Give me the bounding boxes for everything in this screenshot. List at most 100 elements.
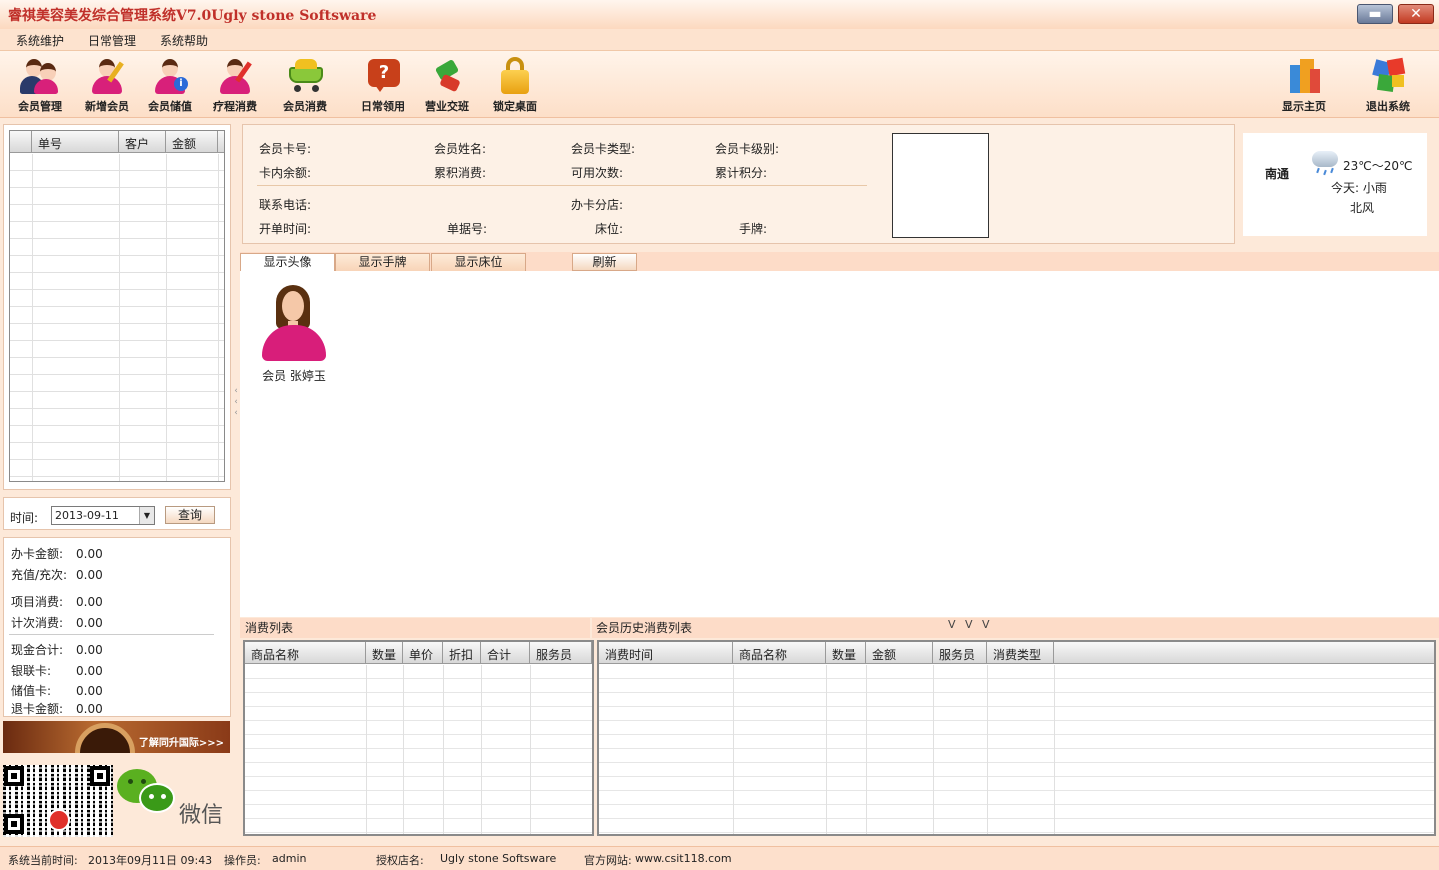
column-amount[interactable]: 金额: [866, 642, 933, 664]
add-member-icon: [87, 55, 127, 95]
column-total[interactable]: 合计: [481, 642, 530, 664]
toolbar-add-member-button[interactable]: 新增会员: [75, 55, 139, 115]
banner-text[interactable]: 了解同升国际>>>: [139, 734, 224, 749]
field-bed: 床位:: [595, 222, 624, 236]
promo-banner[interactable]: 了解同升国际>>>: [3, 721, 230, 753]
orders-grid[interactable]: 单号 客户 金额: [9, 130, 225, 482]
status-operator-value: admin: [272, 852, 307, 865]
stat-count-consume: 计次消费: 0.00: [11, 616, 103, 630]
menu-system-help[interactable]: 系统帮助: [160, 32, 208, 49]
column-quantity[interactable]: 数量: [366, 642, 403, 664]
member-avatar-card[interactable]: 会员 张婷玉: [258, 281, 330, 383]
toolbar-handover-button[interactable]: 营业交班: [415, 55, 479, 115]
minimize-button[interactable]: ▬: [1357, 4, 1393, 24]
qr-code: [3, 765, 113, 837]
toolbar-label: 日常领用: [361, 100, 405, 113]
time-query-panel: 时间: 2013-09-11 ▼ 查询: [3, 497, 231, 530]
column-amount[interactable]: 金额: [166, 131, 218, 153]
column-discount[interactable]: 折扣: [443, 642, 481, 664]
column-customer[interactable]: 客户: [119, 131, 166, 153]
tab-show-tag[interactable]: 显示手牌: [335, 253, 430, 271]
time-label: 时间:: [10, 511, 39, 525]
toolbar-member-deposit-button[interactable]: i 会员储值: [138, 55, 202, 115]
tab-show-bed[interactable]: 显示床位: [431, 253, 526, 271]
status-site-link[interactable]: www.csit118.com: [635, 852, 732, 865]
handover-arrow-icon: [427, 55, 467, 95]
window-title: 睿祺美容美发综合管理系统V7.0Ugly stone Softsware: [8, 8, 377, 24]
column-product-name[interactable]: 商品名称: [733, 642, 826, 664]
field-tag: 手牌:: [739, 222, 768, 236]
field-balance: 卡内余额:: [259, 166, 312, 180]
orders-grid-body: [10, 154, 224, 481]
logo-icon: [48, 809, 70, 831]
shopping-cart-icon: [285, 55, 325, 95]
rain-cloud-icon: [1312, 151, 1338, 167]
toolbar-label: 新增会员: [85, 100, 129, 113]
toolbar: 会员管理 新增会员 i 会员储值 疗程消费 会员消费 ? 日常领用 营业交班 锁…: [0, 51, 1439, 118]
weather-today: 今天: 小雨: [1331, 181, 1387, 195]
toolbar-label: 锁定桌面: [493, 100, 537, 113]
panel-splitter-handle[interactable]: ‹ ‹ ‹: [232, 386, 240, 426]
weather-wind: 北风: [1350, 201, 1375, 215]
toolbar-label: 会员储值: [148, 100, 192, 113]
column-staff[interactable]: 服务员: [530, 642, 592, 664]
treatment-icon: [215, 55, 255, 95]
field-doc-no: 单据号:: [447, 222, 488, 236]
member-avatar-name: 会员 张婷玉: [262, 369, 326, 383]
field-branch: 办卡分店:: [571, 198, 624, 212]
expand-arrows-icon[interactable]: V V V: [948, 618, 993, 631]
consume-table[interactable]: 商品名称 数量 单价 折扣 合计 服务员: [243, 640, 594, 836]
wechat-label: 微信: [179, 803, 224, 828]
query-button[interactable]: 查询: [165, 506, 215, 524]
lock-icon: [495, 55, 535, 95]
stat-refund: 退卡金额: 0.00: [11, 702, 103, 716]
column-unit-price[interactable]: 单价: [403, 642, 443, 664]
menu-system-maintenance[interactable]: 系统维护: [16, 32, 64, 49]
ship-wheel-icon: [75, 723, 135, 753]
weather-widget: 南通 23℃～20℃ 今天: 小雨 北风: [1243, 133, 1427, 236]
wechat-block: 微信: [117, 767, 232, 837]
menu-daily-management[interactable]: 日常管理: [88, 32, 136, 49]
toolbar-lock-desktop-button[interactable]: 锁定桌面: [483, 55, 547, 115]
refresh-button[interactable]: 刷新: [572, 253, 637, 271]
member-photo: [892, 133, 989, 238]
stat-unionpay: 银联卡: 0.00: [11, 664, 103, 678]
divider: [9, 634, 214, 635]
menu-bar: 系统维护 日常管理 系统帮助: [0, 29, 1439, 51]
history-table-body: [599, 665, 1434, 834]
toolbar-show-home-button[interactable]: 显示主页: [1272, 55, 1336, 115]
tab-show-avatar[interactable]: 显示头像: [240, 253, 335, 271]
history-table[interactable]: 消费时间 商品名称 数量 金额 服务员 消费类型: [597, 640, 1436, 836]
column-product-name[interactable]: 商品名称: [245, 642, 366, 664]
weather-temp: 23℃～20℃: [1343, 159, 1413, 173]
stat-item-consume: 项目消费: 0.00: [11, 595, 103, 609]
member-info-panel: 会员卡号: 会员姓名: 会员卡类型: 会员卡级别: 卡内余额: 累积消费: 可用…: [242, 124, 1235, 244]
close-button[interactable]: ✕: [1398, 4, 1434, 24]
column-order-no[interactable]: 单号: [32, 131, 119, 153]
stat-card-amount: 办卡金额: 0.00: [11, 547, 103, 561]
field-card-level: 会员卡级别:: [715, 142, 780, 156]
status-site-label: 官方网站:: [584, 854, 632, 867]
toolbar-label: 营业交班: [425, 100, 469, 113]
status-bar: 系统当前时间: 2013年09月11日 09:43 操作员: admin 授权店…: [0, 846, 1439, 870]
orders-panel: 单号 客户 金额: [3, 124, 231, 490]
history-list-title: 会员历史消费列表: [592, 618, 1439, 638]
home-blocks-icon: [1284, 55, 1324, 95]
column-quantity[interactable]: 数量: [826, 642, 866, 664]
column-consume-time[interactable]: 消费时间: [599, 642, 733, 664]
status-shop-label: 授权店名:: [376, 854, 424, 867]
consume-list-title: 消费列表: [240, 618, 590, 638]
question-icon: ?: [363, 55, 403, 95]
status-time-label: 系统当前时间:: [8, 854, 78, 867]
toolbar-exit-button[interactable]: 退出系统: [1356, 55, 1420, 115]
toolbar-members-button[interactable]: 会员管理: [8, 55, 72, 115]
column-consume-type[interactable]: 消费类型: [987, 642, 1054, 664]
chevron-down-icon[interactable]: ▼: [139, 507, 154, 524]
stat-stored-value-card: 储值卡: 0.00: [11, 684, 103, 698]
toolbar-member-consume-button[interactable]: 会员消费: [273, 55, 337, 115]
column-staff[interactable]: 服务员: [933, 642, 987, 664]
toolbar-treatment-button[interactable]: 疗程消费: [203, 55, 267, 115]
toolbar-daily-use-button[interactable]: ? 日常领用: [351, 55, 415, 115]
orders-grid-header: 单号 客户 金额: [10, 131, 224, 153]
stats-panel: 办卡金额: 0.00 充值/充次: 0.00 项目消费: 0.00 计次消费: 0.00…: [3, 537, 231, 717]
